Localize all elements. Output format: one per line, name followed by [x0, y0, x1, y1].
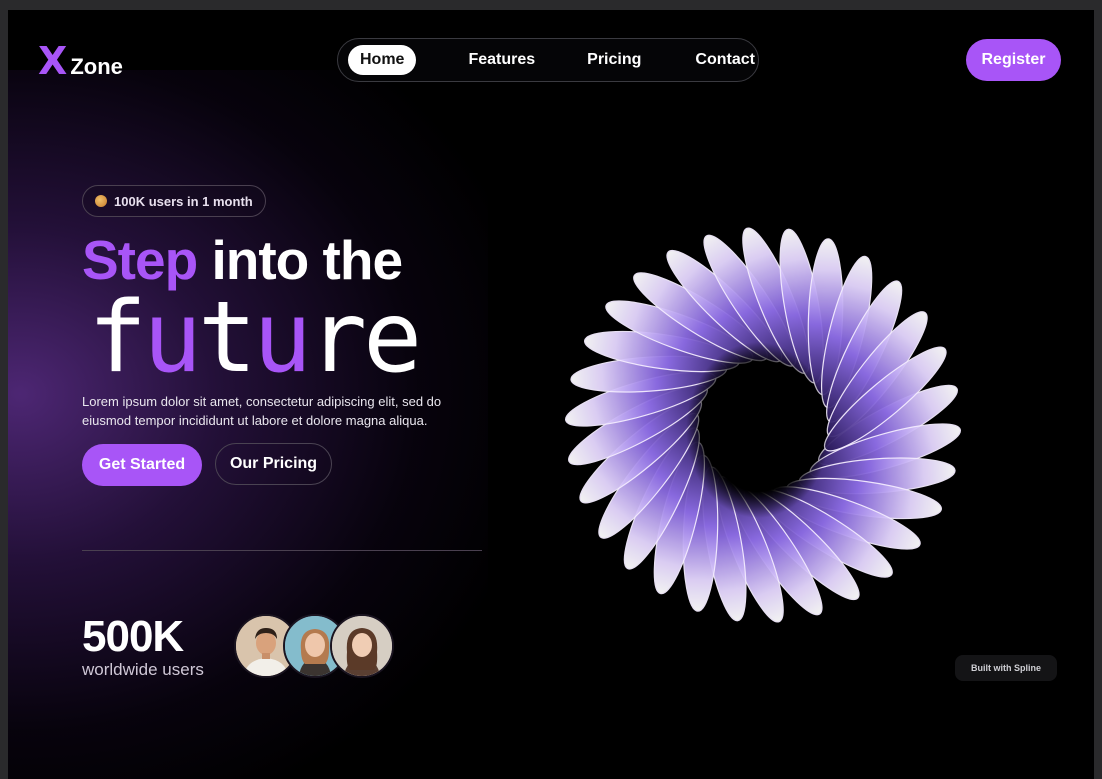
ring-center: [686, 342, 830, 518]
hero-description: Lorem ipsum dolor sit amet, consectetur …: [82, 394, 442, 428]
main-nav: Home Features Pricing Contact: [337, 38, 759, 82]
register-button[interactable]: Register: [966, 39, 1061, 81]
headline-future: future: [88, 284, 422, 393]
nav-item-home[interactable]: Home: [348, 45, 417, 75]
nav-item-contact[interactable]: Contact: [683, 45, 767, 75]
built-with-spline-badge[interactable]: Built with Spline: [955, 655, 1057, 681]
nav-item-features[interactable]: Features: [456, 45, 547, 75]
logo[interactable]: X Zone: [38, 42, 123, 80]
stat-number: 500K: [82, 612, 184, 661]
our-pricing-button[interactable]: Our Pricing: [215, 443, 332, 485]
nav-item-pricing[interactable]: Pricing: [575, 45, 653, 75]
future-letter: f: [88, 281, 147, 395]
users-badge: 100K users in 1 month: [82, 185, 266, 217]
logo-name: Zone: [70, 54, 123, 79]
future-letter: e: [363, 281, 422, 395]
avatar-woman-2: [330, 614, 394, 678]
ring-illustration: [565, 227, 961, 623]
logo-mark: X: [38, 39, 68, 83]
emoji-face-icon: [95, 195, 107, 207]
divider: [82, 550, 482, 551]
get-started-button[interactable]: Get Started: [82, 444, 202, 486]
users-badge-text: 100K users in 1 month: [114, 193, 253, 209]
future-letter: t: [198, 281, 257, 395]
future-letter: r: [308, 281, 367, 395]
stat-label: worldwide users: [82, 660, 204, 679]
page-frame: X Zone Home Features Pricing Contact Reg…: [8, 10, 1094, 779]
future-letter: u: [143, 281, 202, 395]
future-letter: u: [253, 281, 312, 395]
avatar-woman-2-illustration: [332, 616, 392, 676]
